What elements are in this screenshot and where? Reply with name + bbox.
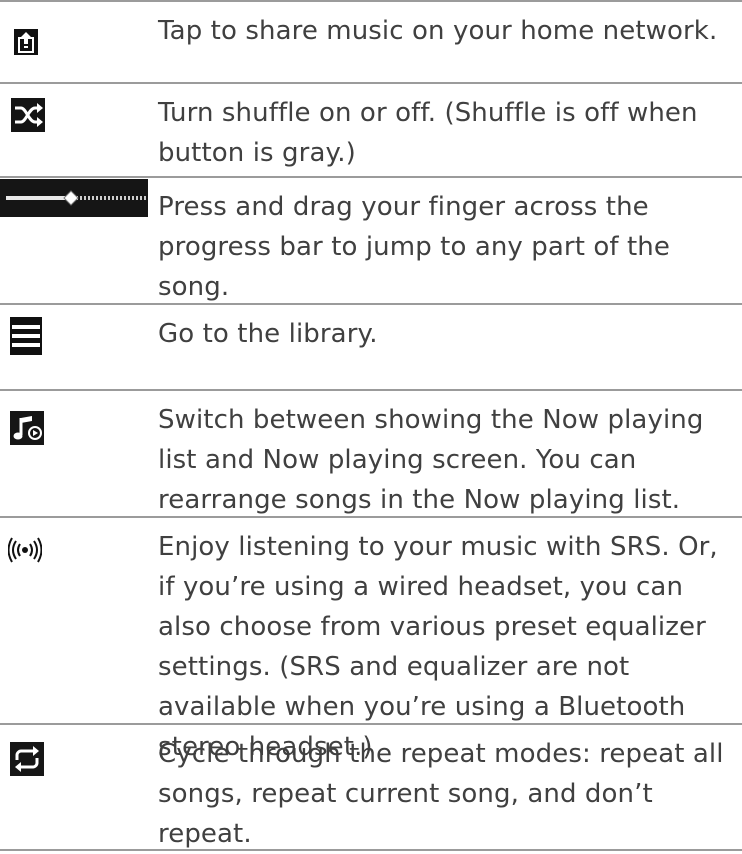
row-description: Switch between showing the Now playing l…	[158, 405, 704, 515]
table-row: Cycle through the repeat modes: repeat a…	[0, 725, 742, 851]
row-description: Go to the library.	[158, 319, 378, 349]
table-row: Press and drag your finger across the pr…	[0, 178, 742, 305]
row-description: Turn shuffle on or off. (Shuffle is off …	[158, 98, 698, 168]
shuffle-icon	[11, 98, 45, 132]
library-menu-icon	[10, 317, 42, 355]
table-row: Switch between showing the Now playing l…	[0, 391, 742, 518]
table-row: Turn shuffle on or off. (Shuffle is off …	[0, 84, 742, 178]
row-description: Cycle through the repeat modes: repeat a…	[158, 739, 724, 849]
table-row: Tap to share music on your home network.	[0, 2, 742, 84]
table-row: Go to the library.	[0, 305, 742, 391]
row-description: Press and drag your finger across the pr…	[158, 192, 670, 302]
progress-bar-icon	[0, 179, 148, 217]
icon-reference-table: Tap to share music on your home network.…	[0, 0, 742, 851]
table-row: Enjoy listening to your music with SRS. …	[0, 518, 742, 762]
share-network-icon	[14, 29, 38, 55]
srs-sound-icon	[8, 533, 42, 567]
repeat-icon	[10, 742, 44, 776]
row-description: Tap to share music on your home network.	[158, 16, 718, 46]
now-playing-toggle-icon	[10, 411, 44, 445]
